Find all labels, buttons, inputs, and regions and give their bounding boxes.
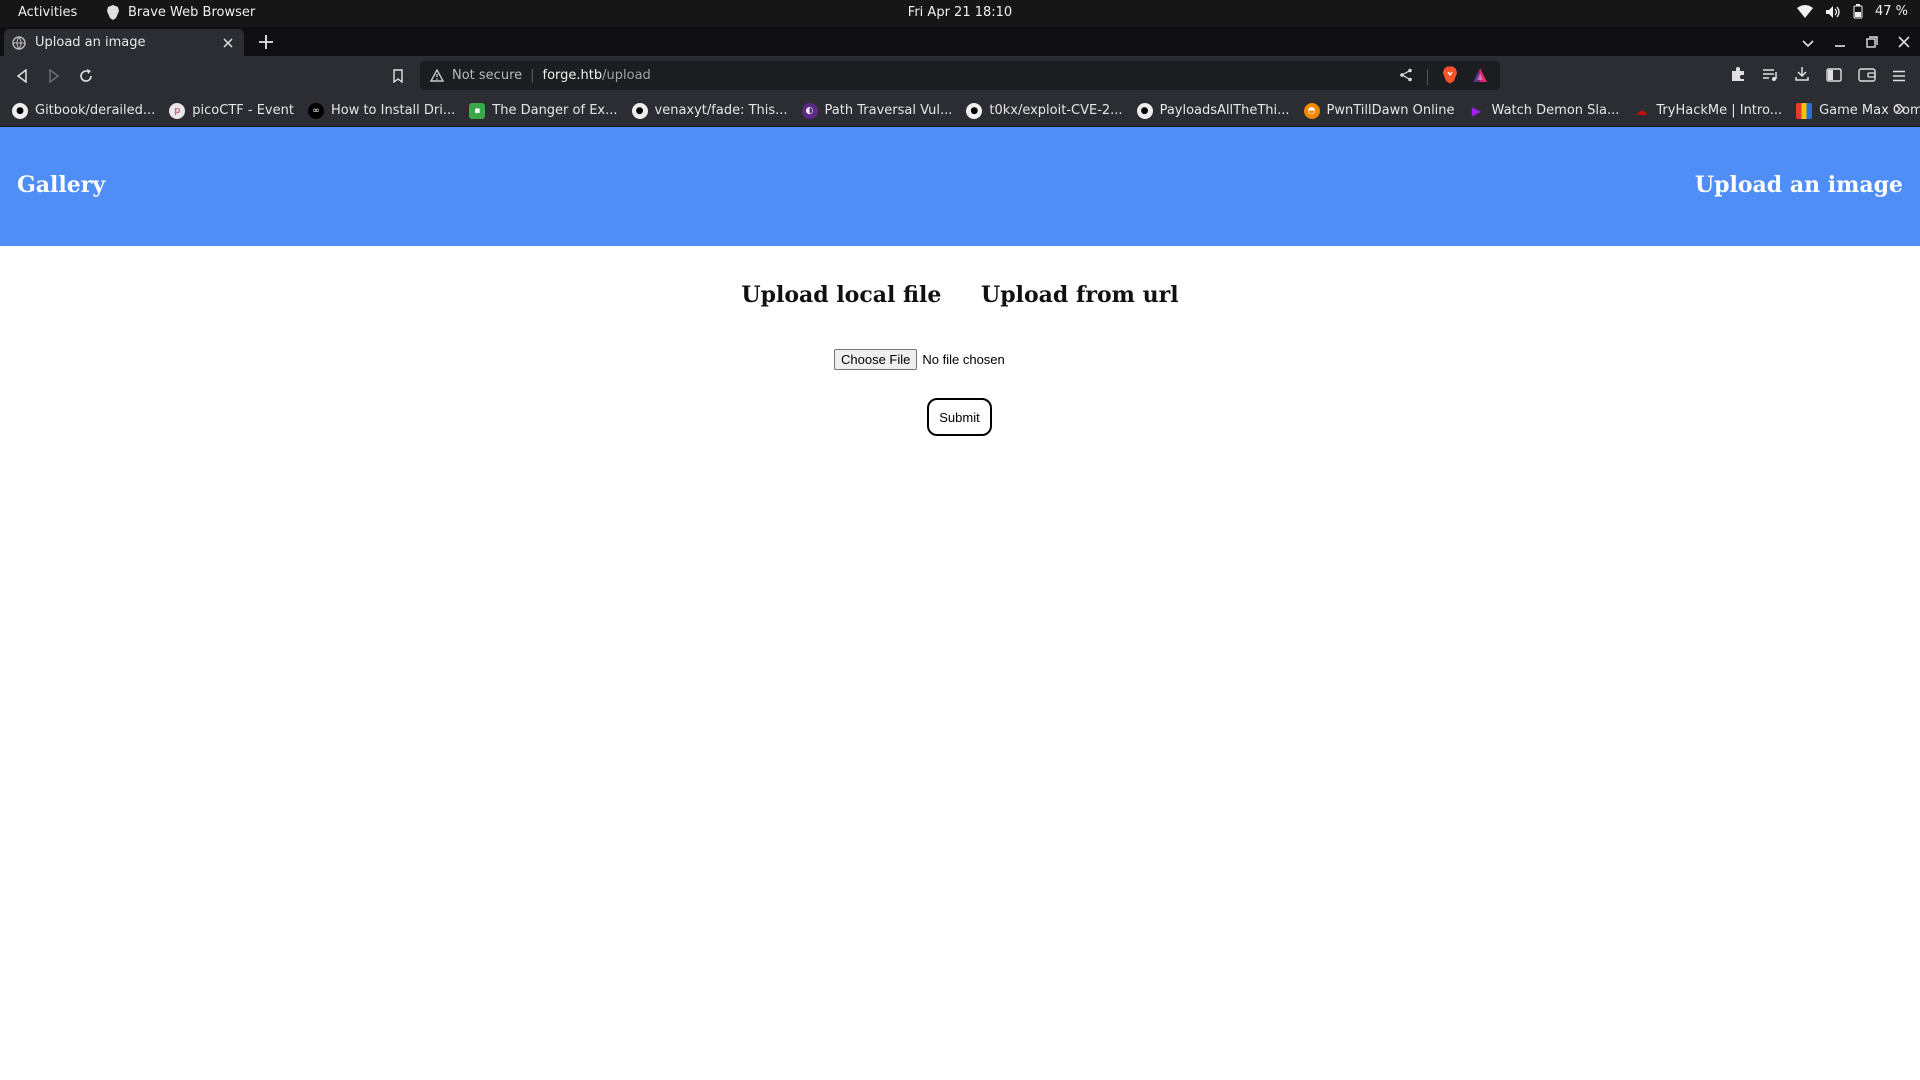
reload-icon[interactable]: [76, 66, 96, 86]
tab-strip: Upload an image: [0, 27, 1920, 56]
submit-button[interactable]: Submit: [927, 398, 992, 436]
bookmark-label: Gitbook/derailed...: [35, 103, 156, 118]
address-divider: [1427, 69, 1428, 85]
bookmark-item[interactable]: ☁ TryHackMe | Intro...: [1633, 103, 1782, 119]
bookmark-item[interactable]: ● PayloadsAllTheThi...: [1136, 102, 1290, 119]
upload-from-url-tab[interactable]: Upload from url: [981, 282, 1179, 308]
bookmark-item[interactable]: ▪ The Danger of Ex...: [469, 102, 618, 119]
bookmark-item[interactable]: ● t0kx/exploit-CVE-2...: [966, 102, 1123, 119]
bookmark-item[interactable]: ● venaxyt/fade: This...: [631, 102, 788, 119]
upload-local-file-tab[interactable]: Upload local file: [741, 282, 941, 308]
bookmarks-bar: ● Gitbook/derailed... p picoCTF - Event …: [0, 95, 1920, 127]
picoctf-icon: p: [169, 102, 186, 119]
toolbar-actions: [1730, 66, 1906, 86]
battery-icon: [1853, 4, 1863, 19]
page-content: Gallery Upload an image Upload local fil…: [0, 127, 1920, 1080]
bookmark-item[interactable]: ▶ Watch Demon Sla...: [1469, 103, 1620, 119]
upload-image-link[interactable]: Upload an image: [1695, 172, 1903, 198]
clock[interactable]: Fri Apr 21 18:10: [908, 5, 1012, 20]
brave-shields-icon[interactable]: [1442, 66, 1458, 88]
bookmark-label: picoCTF - Event: [192, 103, 294, 118]
bookmark-label: Path Traversal Vul...: [824, 103, 953, 118]
system-top-bar: Activities Brave Web Browser Fri Apr 21 …: [0, 0, 1920, 27]
bookmark-item[interactable]: ● Gitbook/derailed...: [12, 102, 156, 119]
bookmark-label: Watch Demon Sla...: [1491, 103, 1620, 118]
bookmark-item[interactable]: ◓ PwnTillDawn Online: [1303, 102, 1455, 119]
bookmark-item[interactable]: ◐ Path Traversal Vul...: [801, 102, 953, 119]
wifi-icon: [1796, 4, 1813, 18]
bookmark-icon[interactable]: [388, 66, 408, 86]
site-icon: ◐: [801, 102, 818, 119]
app-name: Brave Web Browser: [128, 5, 256, 20]
bookmark-label: The Danger of Ex...: [492, 103, 618, 118]
bookmark-item[interactable]: p picoCTF - Event: [169, 102, 294, 119]
tryhackme-icon: ☁: [1635, 103, 1648, 118]
back-icon[interactable]: [12, 66, 32, 86]
bookmark-label: PayloadsAllTheThi...: [1159, 103, 1290, 118]
security-label[interactable]: Not secure: [452, 68, 522, 83]
address-bar[interactable]: Not secure | forge.htb/upload: [420, 61, 1500, 90]
url-path: /upload: [602, 68, 651, 83]
file-status: No file chosen: [922, 351, 1005, 367]
github-icon: ●: [12, 102, 28, 119]
brave-lion-icon: [107, 5, 119, 20]
play-icon: ▶: [1471, 103, 1482, 118]
bookmark-label: TryHackMe | Intro...: [1656, 103, 1783, 118]
new-tab-icon[interactable]: [256, 32, 276, 52]
tab-upload-an-image[interactable]: Upload an image: [4, 29, 244, 56]
site-header: Gallery Upload an image: [0, 127, 1920, 246]
address-bar-actions: [1399, 66, 1488, 88]
bookmark-item[interactable]: ∞ How to Install Dri...: [307, 102, 456, 119]
tab-search-chevron-down-icon[interactable]: [1802, 33, 1814, 52]
battery-percent: 47 %: [1874, 4, 1908, 19]
volume-icon: [1825, 5, 1840, 18]
brave-rewards-icon[interactable]: [1472, 67, 1488, 87]
bookmark-label: PwnTillDawn Online: [1326, 103, 1455, 118]
wallet-icon[interactable]: [1858, 67, 1876, 86]
window-controls: [1802, 33, 1910, 52]
address-separator: |: [530, 68, 535, 83]
forward-icon[interactable]: [44, 66, 64, 86]
file-input[interactable]: Choose File No file chosen: [834, 348, 1005, 370]
restore-icon[interactable]: [1866, 33, 1878, 52]
bookmark-label: venaxyt/fade: This...: [654, 103, 788, 118]
menu-icon[interactable]: [1892, 67, 1906, 86]
warning-icon[interactable]: [430, 69, 444, 82]
app-menu[interactable]: Brave Web Browser: [106, 5, 255, 20]
activities-button[interactable]: Activities: [18, 5, 77, 20]
system-tray[interactable]: 47 %: [1796, 4, 1908, 19]
upload-tabs: Upload local file Upload from url: [0, 282, 1920, 308]
tab-title: Upload an image: [35, 35, 146, 50]
github-icon: ●: [1136, 102, 1153, 119]
playlist-icon[interactable]: [1762, 67, 1778, 86]
tab-close-icon[interactable]: [220, 35, 236, 51]
globe-icon: [12, 35, 26, 50]
github-icon: ●: [966, 102, 983, 119]
close-window-icon[interactable]: [1898, 33, 1910, 52]
site-icon: [1796, 102, 1813, 119]
share-icon[interactable]: [1399, 68, 1413, 86]
bookmark-label: t0kx/exploit-CVE-2...: [989, 103, 1123, 118]
github-icon: ●: [631, 102, 648, 119]
extensions-icon[interactable]: [1730, 66, 1746, 86]
lock-icon: ▪: [469, 102, 486, 119]
minimize-icon[interactable]: [1834, 33, 1846, 52]
more-bookmarks-chevron-icon[interactable]: [1894, 103, 1906, 119]
gallery-link[interactable]: Gallery: [17, 172, 105, 198]
site-icon: ◓: [1303, 102, 1320, 119]
browser-toolbar: Not secure | forge.htb/upload: [0, 56, 1920, 95]
sidebar-icon[interactable]: [1826, 67, 1842, 86]
choose-file-button[interactable]: Choose File: [834, 348, 918, 370]
bookmark-label: How to Install Dri...: [330, 103, 456, 118]
url-host: forge.htb: [542, 68, 603, 83]
download-icon[interactable]: [1794, 66, 1810, 86]
site-icon: ∞: [307, 102, 324, 119]
